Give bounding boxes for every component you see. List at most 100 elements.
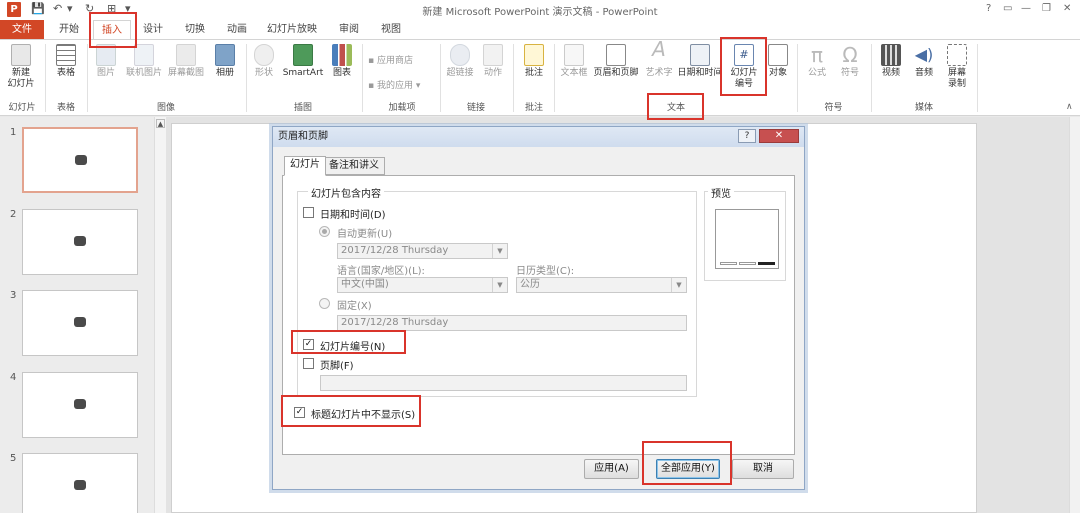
header-footer-button[interactable]: 页眉和页脚 bbox=[590, 44, 642, 79]
date-time-button[interactable]: 日期和时间 bbox=[676, 44, 724, 79]
photo-album-button[interactable]: 相册 bbox=[210, 44, 240, 79]
object-icon bbox=[768, 44, 788, 66]
fixed-label: 固定(X) bbox=[337, 301, 372, 312]
slide-thumbnail-5[interactable] bbox=[22, 453, 138, 513]
new-slide-button[interactable]: 新建 幻灯片 bbox=[4, 44, 38, 90]
divider bbox=[871, 44, 872, 112]
my-apps-icon: ▪ bbox=[368, 81, 377, 91]
ribbon-display-options-icon[interactable]: ▭ bbox=[1003, 3, 1012, 14]
textbox-button[interactable]: 文本框 bbox=[558, 44, 590, 79]
slide-scrollbar[interactable] bbox=[1069, 117, 1080, 513]
calendar-type-select[interactable]: 公历 ▼ bbox=[516, 277, 687, 293]
tab-insert[interactable]: 插入 bbox=[93, 20, 131, 39]
tab-review[interactable]: 审阅 bbox=[333, 20, 365, 39]
datetime-checkbox[interactable] bbox=[303, 207, 314, 218]
group-label-symbols: 符号 bbox=[824, 103, 843, 113]
slide-number-button[interactable]: # 幻灯片 编号 bbox=[725, 44, 763, 90]
footer-checkbox[interactable] bbox=[303, 358, 314, 369]
group-label-comments: 批注 bbox=[524, 103, 543, 113]
apply-button[interactable]: 应用(A) bbox=[584, 459, 639, 479]
slide-thumbnail-4[interactable] bbox=[22, 372, 138, 438]
my-apps-button[interactable]: ▪ 我的应用 ▾ bbox=[368, 78, 420, 91]
dialog-help-button[interactable]: ? bbox=[738, 129, 756, 143]
symbol-button[interactable]: Ω 符号 bbox=[834, 44, 866, 79]
picture-button[interactable]: 图片 bbox=[92, 44, 120, 79]
slide-thumbnail-1[interactable] bbox=[22, 127, 138, 193]
language-select[interactable]: 中文(中国) ▼ bbox=[337, 277, 508, 293]
minimize-icon[interactable]: — bbox=[1021, 3, 1031, 14]
audio-button[interactable]: ◀) 音频 bbox=[909, 44, 939, 79]
dialog-panel: 幻灯片包含内容 日期和时间(D) 自动更新(U) 2017/12/28 Thur… bbox=[282, 175, 795, 455]
tab-slide[interactable]: 幻灯片 bbox=[284, 156, 326, 176]
divider bbox=[362, 44, 363, 112]
store-button[interactable]: ▪ 应用商店 bbox=[368, 53, 413, 66]
auto-update-radio[interactable] bbox=[319, 226, 330, 237]
wordart-button[interactable]: A 艺术字 bbox=[644, 37, 674, 79]
tab-file[interactable]: 文件 bbox=[0, 20, 44, 39]
restore-icon[interactable]: ❐ bbox=[1042, 3, 1051, 14]
action-star-icon bbox=[483, 44, 503, 66]
slide-thumbnail-2[interactable] bbox=[22, 209, 138, 275]
video-button[interactable]: 视频 bbox=[876, 44, 906, 79]
chevron-down-icon: ▾ bbox=[412, 81, 421, 91]
hide-on-title-slide-checkbox[interactable]: ✓ bbox=[294, 407, 305, 418]
equation-button[interactable]: π 公式 bbox=[801, 44, 833, 79]
slide-number-checkbox[interactable]: ✓ bbox=[303, 339, 314, 350]
textbox-icon bbox=[564, 44, 584, 66]
dialog-close-button[interactable]: ✕ bbox=[759, 129, 799, 143]
preview-footer-placeholder bbox=[739, 262, 756, 265]
online-picture-icon bbox=[134, 44, 154, 66]
scroll-up-icon[interactable]: ▲ bbox=[156, 119, 165, 128]
thumbnail-number: 1 bbox=[10, 127, 17, 138]
thumbnail-scrollbar[interactable]: ▲ bbox=[154, 117, 166, 513]
omega-icon: Ω bbox=[842, 43, 858, 67]
table-button[interactable]: 表格 bbox=[50, 44, 82, 79]
tab-home[interactable]: 开始 bbox=[53, 20, 85, 39]
online-picture-button[interactable]: 联机图片 bbox=[123, 44, 165, 79]
hyperlink-button[interactable]: 超链接 bbox=[444, 44, 476, 79]
apply-all-button[interactable]: 全部应用(Y) bbox=[656, 459, 720, 479]
collapse-ribbon-icon[interactable]: ∧ bbox=[1066, 102, 1073, 112]
slide-thumbnail-3[interactable] bbox=[22, 290, 138, 356]
slide-contents-group: 幻灯片包含内容 bbox=[297, 185, 697, 397]
fixed-radio[interactable] bbox=[319, 298, 330, 309]
ribbon-tabs: 文件 开始 插入 设计 切换 动画 幻灯片放映 审阅 视图 bbox=[0, 20, 1080, 39]
footer-input[interactable] bbox=[320, 375, 687, 391]
slide-thumbnails-pane: 1 2 3 4 5 bbox=[0, 117, 154, 513]
smartart-button[interactable]: SmartArt bbox=[281, 44, 325, 79]
tab-animations[interactable]: 动画 bbox=[221, 20, 253, 39]
wordart-icon: A bbox=[652, 37, 666, 61]
window-title: 新建 Microsoft PowerPoint 演示文稿 - PowerPoin… bbox=[422, 7, 658, 18]
divider bbox=[554, 44, 555, 112]
comment-button[interactable]: 批注 bbox=[518, 44, 550, 79]
language-label: 语言(国家/地区)(L): bbox=[337, 266, 425, 277]
preview-number-placeholder bbox=[758, 262, 775, 265]
hash-icon: # bbox=[734, 44, 754, 66]
screenshot-button[interactable]: 屏幕截图 bbox=[165, 44, 207, 79]
tab-view[interactable]: 视图 bbox=[375, 20, 407, 39]
ribbon: 新建 幻灯片 幻灯片 表格 表格 图片 联机图片 屏幕截图 相册 图像 形状 S… bbox=[0, 39, 1080, 116]
fixed-date-input[interactable]: 2017/12/28 Thursday bbox=[337, 315, 687, 331]
auto-update-select[interactable]: 2017/12/28 Thursday ▼ bbox=[337, 243, 508, 259]
object-button[interactable]: 对象 bbox=[764, 44, 792, 79]
header-footer-icon bbox=[606, 44, 626, 66]
group-label-table: 表格 bbox=[56, 103, 75, 113]
chart-button[interactable]: 图表 bbox=[328, 44, 356, 79]
group-label-media: 媒体 bbox=[914, 103, 933, 113]
divider bbox=[87, 44, 88, 112]
tab-design[interactable]: 设计 bbox=[137, 20, 169, 39]
screen-recording-button[interactable]: 屏幕 录制 bbox=[942, 44, 972, 90]
screenshot-icon bbox=[176, 44, 196, 66]
shapes-button[interactable]: 形状 bbox=[250, 44, 278, 79]
photo-album-icon bbox=[215, 44, 235, 66]
group-label-images: 图像 bbox=[156, 103, 175, 113]
action-button[interactable]: 动作 bbox=[479, 44, 507, 79]
cancel-button[interactable]: 取消 bbox=[732, 459, 794, 479]
tab-notes-handouts[interactable]: 备注和讲义 bbox=[323, 157, 385, 175]
tab-transitions[interactable]: 切换 bbox=[179, 20, 211, 39]
divider bbox=[977, 44, 978, 112]
calendar-type-label: 日历类型(C): bbox=[516, 266, 575, 277]
help-icon[interactable]: ? bbox=[986, 3, 991, 14]
tab-slideshow[interactable]: 幻灯片放映 bbox=[263, 20, 321, 39]
close-icon[interactable]: ✕ bbox=[1063, 3, 1071, 14]
